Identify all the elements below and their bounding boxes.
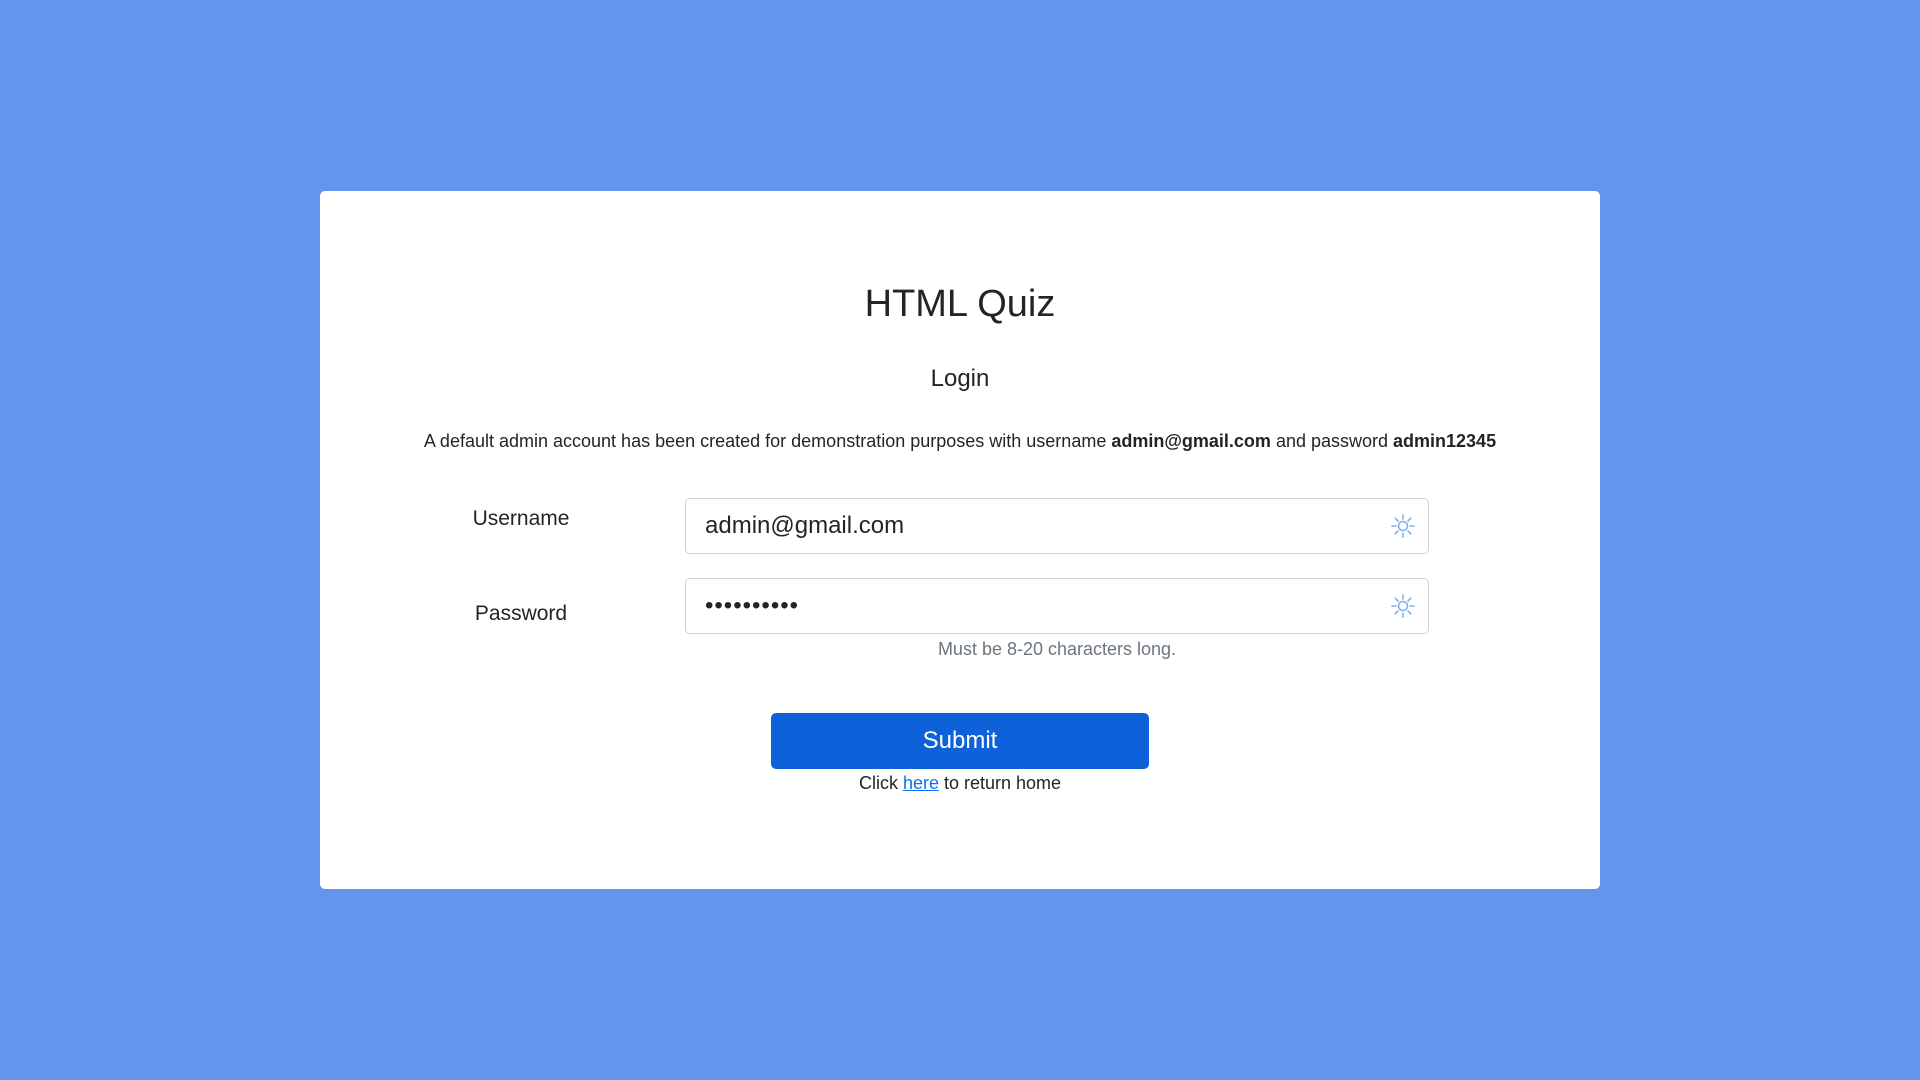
username-input[interactable] [686, 499, 1385, 553]
username-label: Username [472, 507, 570, 530]
submit-button[interactable]: Submit [771, 713, 1149, 769]
password-hint: Must be 8-20 characters long. [937, 639, 1177, 659]
return-prefix: Click [858, 773, 903, 793]
password-input[interactable] [686, 579, 1385, 633]
password-label: Password [474, 602, 568, 625]
return-home-link[interactable]: here [903, 773, 939, 793]
password-field-wrapper [685, 578, 1429, 634]
autofill-gear-icon[interactable] [1390, 593, 1416, 619]
notice-middle: and password [1270, 431, 1394, 451]
autofill-gear-icon[interactable] [1390, 513, 1416, 539]
notice-password: admin12345 [1393, 431, 1497, 451]
return-suffix: to return home [938, 773, 1062, 793]
demo-account-notice: A default admin account has been created… [320, 431, 1600, 452]
notice-prefix: A default admin account has been created… [423, 431, 1112, 451]
page-title: HTML Quiz [864, 283, 1056, 325]
return-home-text: Click here to return home [320, 773, 1600, 794]
username-field-wrapper [685, 498, 1429, 554]
page-subtitle: Login [930, 365, 990, 392]
notice-username: admin@gmail.com [1111, 431, 1271, 451]
login-card: HTML Quiz Login A default admin account … [320, 191, 1600, 889]
